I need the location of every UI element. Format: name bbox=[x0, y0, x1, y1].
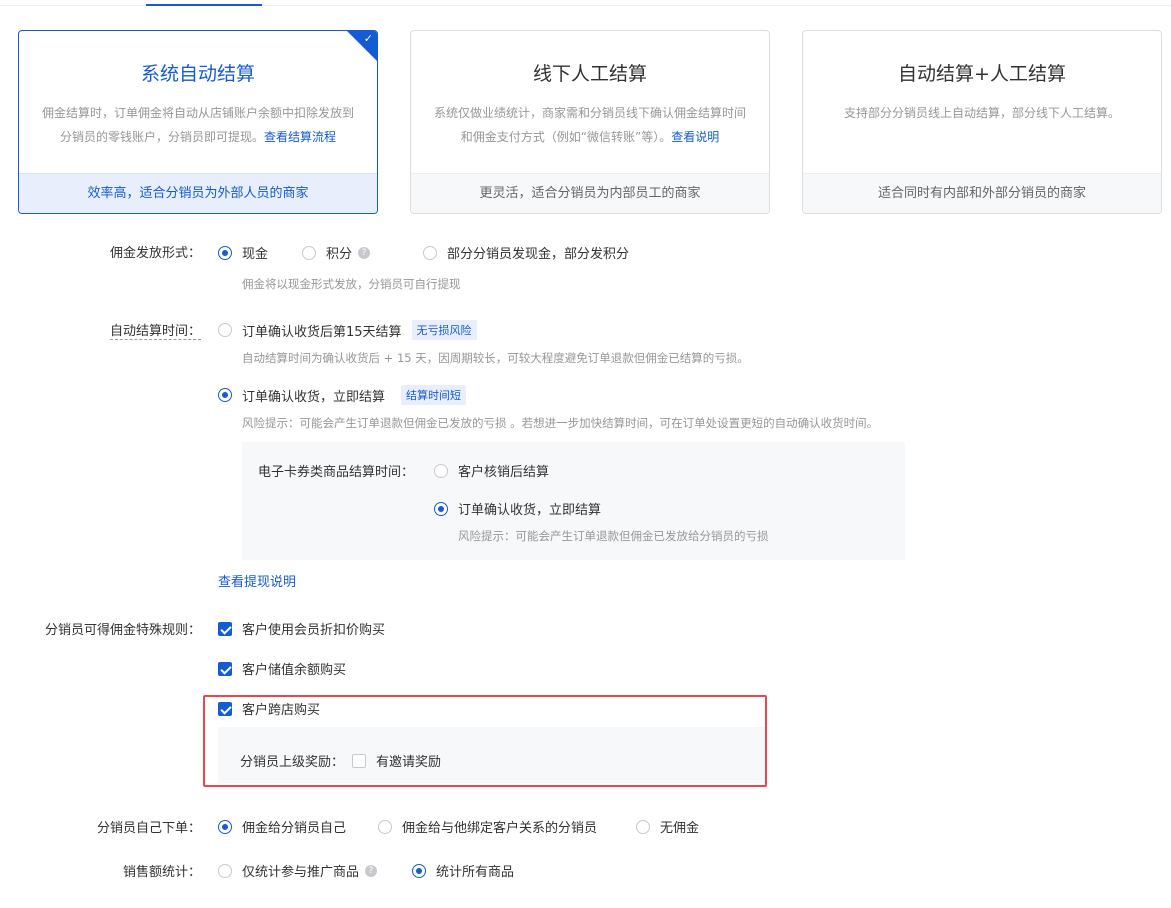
sales-promoted-only-option[interactable]: 仅统计参与推广商品 ? bbox=[218, 861, 378, 880]
sales-stats-label: 销售额统计： bbox=[122, 865, 201, 880]
card-system-auto-settlement[interactable]: ✓ 系统自动结算 佣金结算时，订单佣金将自动从店铺账户余额中扣除发放到 分销员的… bbox=[18, 30, 378, 214]
payout-hint: 佣金将以现金形式发放，分销员可自行提现 bbox=[242, 277, 461, 291]
card-desc-line: 支持部分分销员线上自动结算，部分线下人工结算。 bbox=[843, 106, 1120, 120]
payout-option-points[interactable]: 积分 ? bbox=[302, 243, 371, 262]
radio-icon bbox=[218, 245, 232, 260]
card-title: 线下人工结算 bbox=[532, 63, 647, 85]
card-auto-plus-manual-settlement[interactable]: 自动结算+人工结算 支持部分分销员线上自动结算，部分线下人工结算。 适合同时有内… bbox=[802, 30, 1162, 214]
option-label: 佣金给与他绑定客户关系的分销员 bbox=[402, 821, 598, 836]
short-settlement-tag: 结算时间短 bbox=[401, 385, 467, 405]
self-order-commission-self-option[interactable]: 佣金给分销员自己 bbox=[218, 817, 346, 836]
checkbox-icon bbox=[218, 661, 232, 676]
card-description: 系统仅做业绩统计，商家需和分销员线下确认佣金结算时间 和佣金支付方式（例如“微信… bbox=[433, 101, 747, 149]
option-label: 订单确认收货，立即结算 bbox=[242, 389, 386, 405]
view-withdraw-explanation-link[interactable]: 查看提现说明 bbox=[218, 571, 296, 590]
stored-value-checkbox[interactable]: 客户储值余额购买 bbox=[218, 659, 346, 678]
radio-icon bbox=[412, 863, 426, 878]
option-label: 仅统计参与推广商品 bbox=[242, 865, 360, 880]
radio-icon bbox=[423, 245, 437, 260]
radio-icon bbox=[218, 323, 232, 337]
radio-icon bbox=[636, 819, 650, 834]
option-label: 佣金给分销员自己 bbox=[242, 821, 347, 836]
ecard-settlement-label: 电子卡券类商品结算时间： bbox=[258, 465, 415, 480]
settle-15-days-hint: 自动结算时间为确认收货后 + 15 天，因周期较长，可较大程度避免订单退款但佣金… bbox=[242, 351, 749, 365]
option-label: 订单确认收货后第15天结算 bbox=[242, 324, 402, 340]
radio-icon bbox=[434, 501, 448, 516]
card-desc-line: 分销员的零钱账户，分销员即可提现。 bbox=[59, 130, 264, 144]
option-label: 客户核销后结算 bbox=[458, 465, 550, 480]
option-label: 现金 bbox=[242, 247, 269, 262]
self-order-label: 分销员自己下单： bbox=[96, 821, 201, 836]
option-label: 客户使用会员折扣价购买 bbox=[242, 623, 386, 638]
payout-option-mixed[interactable]: 部分分销员发现金，部分发积分 bbox=[423, 243, 629, 262]
card-description: 佣金结算时，订单佣金将自动从店铺账户余额中扣除发放到 分销员的零钱账户，分销员即… bbox=[41, 101, 355, 149]
card-desc-line: 佣金结算时，订单佣金将自动从店铺账户余额中扣除发放到 bbox=[41, 106, 354, 120]
option-label: 统计所有商品 bbox=[436, 865, 515, 880]
help-icon[interactable]: ? bbox=[358, 246, 371, 259]
card-title: 系统自动结算 bbox=[140, 63, 255, 85]
payout-form-label: 佣金发放形式： bbox=[109, 246, 201, 261]
option-label: 客户储值余额购买 bbox=[242, 663, 347, 678]
risk-hint: 风险提示：可能会产生订单退款但佣金已发放的亏损 。若想进一步加快结算时间，可在订… bbox=[242, 416, 879, 430]
radio-icon bbox=[434, 463, 448, 478]
ecard-risk-hint: 风险提示：可能会产生订单退款但佣金已发放给分销员的亏损 bbox=[458, 529, 769, 543]
check-icon: ✓ bbox=[363, 32, 373, 45]
radio-icon bbox=[218, 819, 232, 834]
special-rules-label: 分销员可得佣金特殊规则： bbox=[44, 623, 201, 638]
view-explanation-link[interactable]: 查看说明 bbox=[671, 130, 719, 144]
auto-settlement-time-label: 自动结算时间： bbox=[109, 320, 201, 340]
checkbox-icon bbox=[218, 621, 232, 636]
radio-icon bbox=[302, 245, 316, 260]
option-label: 积分 bbox=[326, 247, 353, 262]
card-title: 自动结算+人工结算 bbox=[898, 63, 1066, 85]
card-footer: 适合同时有内部和外部分销员的商家 bbox=[803, 173, 1161, 213]
card-footer: 更灵活，适合分销员为内部员工的商家 bbox=[411, 173, 769, 213]
option-label: 无佣金 bbox=[660, 821, 700, 836]
card-description: 支持部分分销员线上自动结算，部分线下人工结算。 bbox=[825, 101, 1139, 125]
card-desc-line: 系统仅做业绩统计，商家需和分销员线下确认佣金结算时间 bbox=[433, 106, 746, 120]
radio-icon bbox=[218, 863, 232, 878]
radio-icon bbox=[378, 819, 392, 834]
help-icon[interactable]: ? bbox=[365, 864, 378, 877]
no-loss-risk-tag: 无亏损风险 bbox=[411, 320, 477, 340]
card-offline-manual-settlement[interactable]: 线下人工结算 系统仅做业绩统计，商家需和分销员线下确认佣金结算时间 和佣金支付方… bbox=[410, 30, 770, 214]
sales-all-products-option[interactable]: 统计所有商品 bbox=[412, 861, 514, 880]
ecard-immediate-option[interactable]: 订单确认收货，立即结算 bbox=[434, 499, 601, 518]
card-desc-line: 和佣金支付方式（例如“微信转账”等）。 bbox=[460, 130, 672, 144]
view-settlement-flow-link[interactable]: 查看结算流程 bbox=[264, 130, 336, 144]
settle-after-15-days-option[interactable]: 订单确认收货后第15天结算 无亏损风险 bbox=[218, 320, 477, 340]
active-tab-indicator bbox=[146, 4, 262, 6]
option-label: 部分分销员发现金，部分发积分 bbox=[447, 247, 630, 262]
radio-icon bbox=[218, 388, 232, 402]
label-text: 自动结算时间： bbox=[109, 324, 201, 340]
ecard-after-redeem-option[interactable]: 客户核销后结算 bbox=[434, 461, 549, 480]
member-discount-checkbox[interactable]: 客户使用会员折扣价购买 bbox=[218, 619, 385, 638]
option-label: 订单确认收货，立即结算 bbox=[458, 503, 602, 518]
highlight-annotation-box bbox=[203, 695, 767, 787]
settle-immediately-option[interactable]: 订单确认收货，立即结算 结算时间短 bbox=[218, 385, 467, 405]
self-order-no-commission-option[interactable]: 无佣金 bbox=[636, 817, 699, 836]
self-order-commission-bound-option[interactable]: 佣金给与他绑定客户关系的分销员 bbox=[378, 817, 597, 836]
payout-option-cash[interactable]: 现金 bbox=[218, 243, 268, 262]
card-footer: 效率高，适合分销员为外部人员的商家 bbox=[19, 173, 377, 213]
